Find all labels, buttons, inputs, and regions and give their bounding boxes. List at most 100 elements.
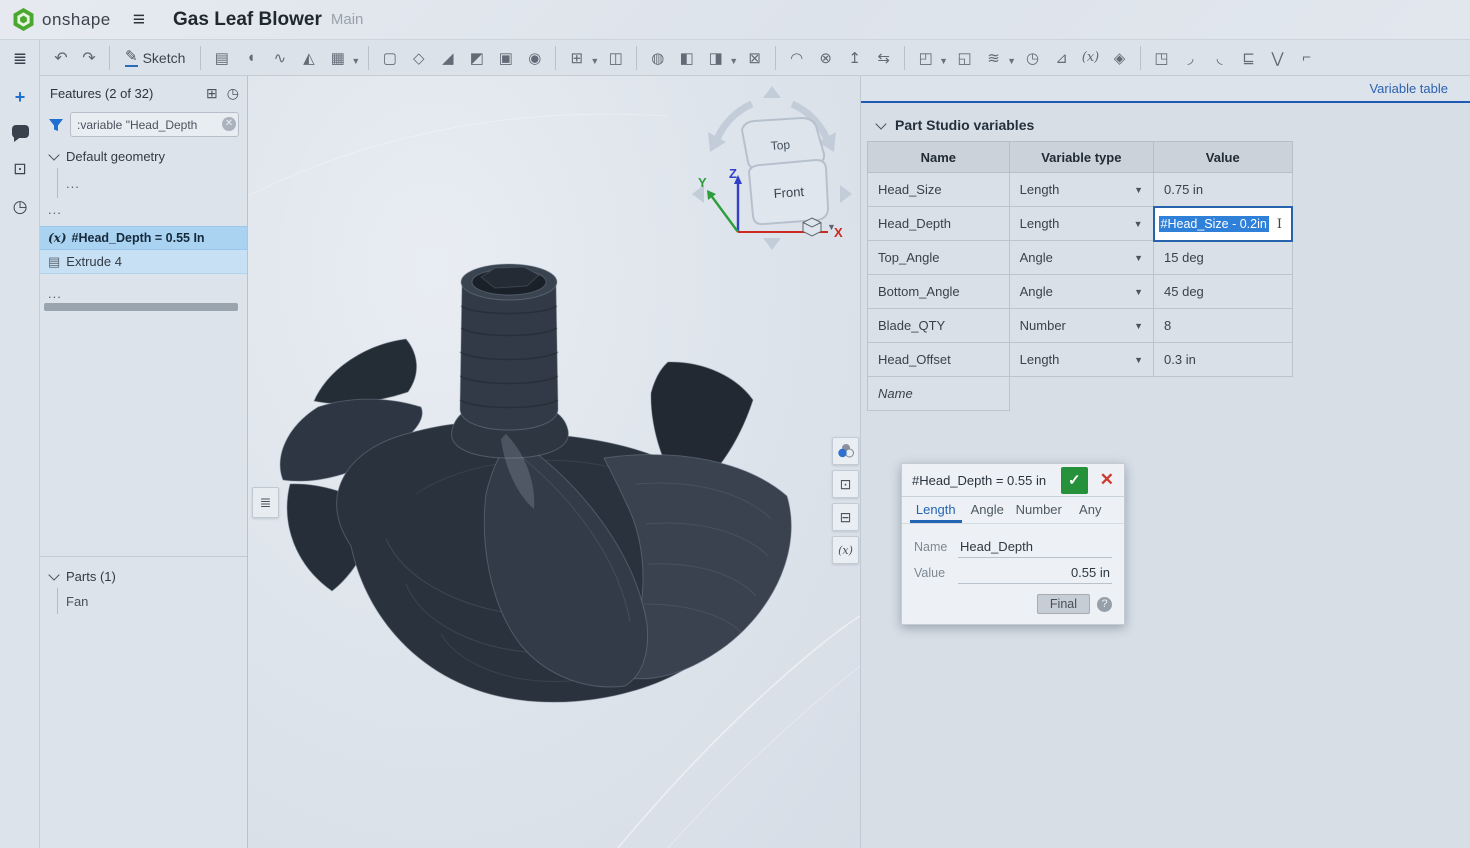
offset-face-icon[interactable]: ◟ (1206, 45, 1233, 71)
filter-icon[interactable] (48, 117, 64, 133)
final-button[interactable]: Final (1037, 594, 1090, 614)
variable-name-cell[interactable]: Head_Size (868, 173, 1010, 207)
variable-name-cell[interactable]: Blade_QTY (868, 309, 1010, 343)
variable-name-cell[interactable]: Head_Depth (868, 207, 1010, 241)
tree-item-extrude-4[interactable]: ▤ Extrude 4 (40, 250, 247, 274)
linear-pattern-icon[interactable]: ⊞ (563, 45, 590, 71)
split-surface-icon[interactable]: ⋁ (1264, 45, 1291, 71)
tab-length[interactable]: Length (910, 497, 962, 523)
tab-angle[interactable]: Angle (962, 497, 1014, 523)
parts-header[interactable]: Parts (1) (40, 565, 247, 588)
new-variable-name-cell[interactable]: Name (868, 377, 1010, 411)
composite-part-icon[interactable]: ◈ (1106, 45, 1133, 71)
variable-type-cell[interactable]: Angle▼ (1009, 241, 1153, 275)
variable-value-cell[interactable]: 15 deg (1154, 241, 1292, 275)
offset-surface-dropdown-icon[interactable]: ▼ (1007, 56, 1016, 66)
variable-icon[interactable]: (x) (1077, 45, 1104, 71)
insert-version-icon[interactable]: + (0, 82, 40, 112)
delete-face-icon[interactable]: ⊗ (812, 45, 839, 71)
helix-icon[interactable]: ◷ (1019, 45, 1046, 71)
boundary-surface-icon[interactable]: ◳ (1148, 45, 1175, 71)
variable-type-cell[interactable]: Length▼ (1009, 343, 1153, 377)
sweep-icon[interactable]: ∿ (266, 45, 293, 71)
rib-icon[interactable]: ◩ (463, 45, 490, 71)
fillet-icon[interactable]: ▢ (376, 45, 403, 71)
help-icon[interactable]: ? (1097, 597, 1112, 612)
collapsed-features-ellipsis[interactable]: ... (48, 202, 62, 217)
main-menu-icon[interactable]: ≡ (133, 8, 145, 32)
column-header-name[interactable]: Name (868, 142, 1010, 173)
surface-extrude-dropdown-icon[interactable]: ▼ (939, 56, 948, 66)
loft-icon[interactable]: ◭ (295, 45, 322, 71)
insert-folder-icon[interactable]: ⊞ (206, 85, 218, 102)
tab-number[interactable]: Number (1013, 497, 1065, 523)
modify-fillet-icon[interactable]: ◠ (783, 45, 810, 71)
feature-list-flyout-button[interactable]: ≣ (252, 487, 279, 518)
replace-face-icon[interactable]: ⇆ (870, 45, 897, 71)
undo-button[interactable]: ↶ (48, 45, 74, 71)
onshape-logo[interactable]: onshape (0, 7, 111, 32)
tree-item-collapsed[interactable]: ... (40, 198, 247, 220)
split-icon[interactable]: ◧ (673, 45, 700, 71)
feature-history-icon[interactable]: ◷ (227, 85, 239, 102)
collapsed-features-ellipsis[interactable]: ... (66, 176, 80, 191)
clear-filter-icon[interactable]: ✕ (222, 117, 236, 131)
part-studio-variables-header[interactable]: Part Studio variables (861, 103, 1470, 141)
fill-surface-icon[interactable]: ◱ (951, 45, 978, 71)
chevron-down-icon[interactable] (48, 149, 59, 160)
variable-name-cell[interactable]: Top_Angle (868, 241, 1010, 275)
feature-list-icon[interactable]: ≣ (0, 44, 40, 74)
rollback-bar[interactable] (44, 303, 238, 311)
variable-name-cell[interactable]: Bottom_Angle (868, 275, 1010, 309)
delete-part-icon[interactable]: ⊠ (741, 45, 768, 71)
transform-dropdown-icon[interactable]: ▼ (729, 56, 738, 66)
view-options-cube-button[interactable]: ▼ (801, 216, 836, 238)
tab-variable-table[interactable]: Variable table (1369, 81, 1448, 96)
collapsed-features-ellipsis[interactable]: ... (48, 286, 62, 301)
surface-extrude-icon[interactable]: ◰ (912, 45, 939, 71)
variable-value-cell[interactable]: 0.75 in (1154, 173, 1292, 207)
variable-table-toggle-button[interactable]: (x) (832, 536, 859, 564)
thicken-dropdown-icon[interactable]: ▼ (351, 56, 360, 66)
tree-item-default-geometry[interactable]: Default geometry (40, 145, 247, 168)
move-face-icon[interactable]: ↥ (841, 45, 868, 71)
value-field[interactable]: 0.55 in (958, 564, 1112, 584)
tree-item-head-depth-variable[interactable]: (x) #Head_Depth = 0.55 In (40, 226, 247, 250)
section-view-button[interactable]: ⊟ (832, 503, 859, 531)
extend-surface-icon[interactable]: ⊑ (1235, 45, 1262, 71)
draft-icon[interactable]: ◢ (434, 45, 461, 71)
graphics-viewport[interactable]: Top Front Z Y X ▼ ≣ (248, 76, 860, 848)
comments-icon[interactable] (0, 116, 40, 146)
variable-type-cell[interactable]: Length▼ (1009, 207, 1153, 241)
column-header-value[interactable]: Value (1154, 142, 1292, 173)
variable-value-edit-cell[interactable]: #Head_Size - 0.2inI (1154, 207, 1292, 241)
boolean-icon[interactable]: ◍ (644, 45, 671, 71)
tab-any[interactable]: Any (1065, 497, 1117, 523)
history-icon[interactable]: ◷ (0, 192, 40, 222)
revolve-icon[interactable]: ◖ (237, 45, 264, 71)
redo-button[interactable]: ↷ (76, 45, 102, 71)
variable-name-cell[interactable]: Head_Offset (868, 343, 1010, 377)
variable-type-cell[interactable]: Number▼ (1009, 309, 1153, 343)
hole-icon[interactable]: ◉ (521, 45, 548, 71)
variable-type-cell[interactable]: Angle▼ (1009, 275, 1153, 309)
confirm-button[interactable]: ✓ (1061, 467, 1088, 494)
variable-type-cell[interactable]: Length▼ (1009, 173, 1153, 207)
shell-icon[interactable]: ▣ (492, 45, 519, 71)
variable-value-cell[interactable]: 8 (1154, 309, 1292, 343)
variable-value-cell[interactable]: 0.3 in (1154, 343, 1292, 377)
offset-surface-icon[interactable]: ≋ (980, 45, 1007, 71)
ruled-surface-icon[interactable]: ◞ (1177, 45, 1204, 71)
name-field[interactable]: Head_Depth (958, 538, 1112, 558)
feature-filter-input[interactable] (70, 112, 239, 137)
variable-dialog-titlebar[interactable]: #Head_Depth = 0.55 in ✓ ✕ (902, 464, 1124, 497)
linear-pattern-dropdown-icon[interactable]: ▼ (590, 56, 599, 66)
tree-item-collapsed[interactable]: ... (40, 168, 247, 198)
learning-center-icon[interactable]: ⊡ (0, 154, 40, 184)
column-header-type[interactable]: Variable type (1009, 142, 1153, 173)
appearance-button[interactable] (832, 437, 859, 465)
named-views-button[interactable]: ⊡ (832, 470, 859, 498)
mirror-icon[interactable]: ◫ (602, 45, 629, 71)
part-item-fan[interactable]: Fan (40, 588, 247, 614)
sketch-button[interactable]: ✎ Sketch (117, 46, 193, 69)
